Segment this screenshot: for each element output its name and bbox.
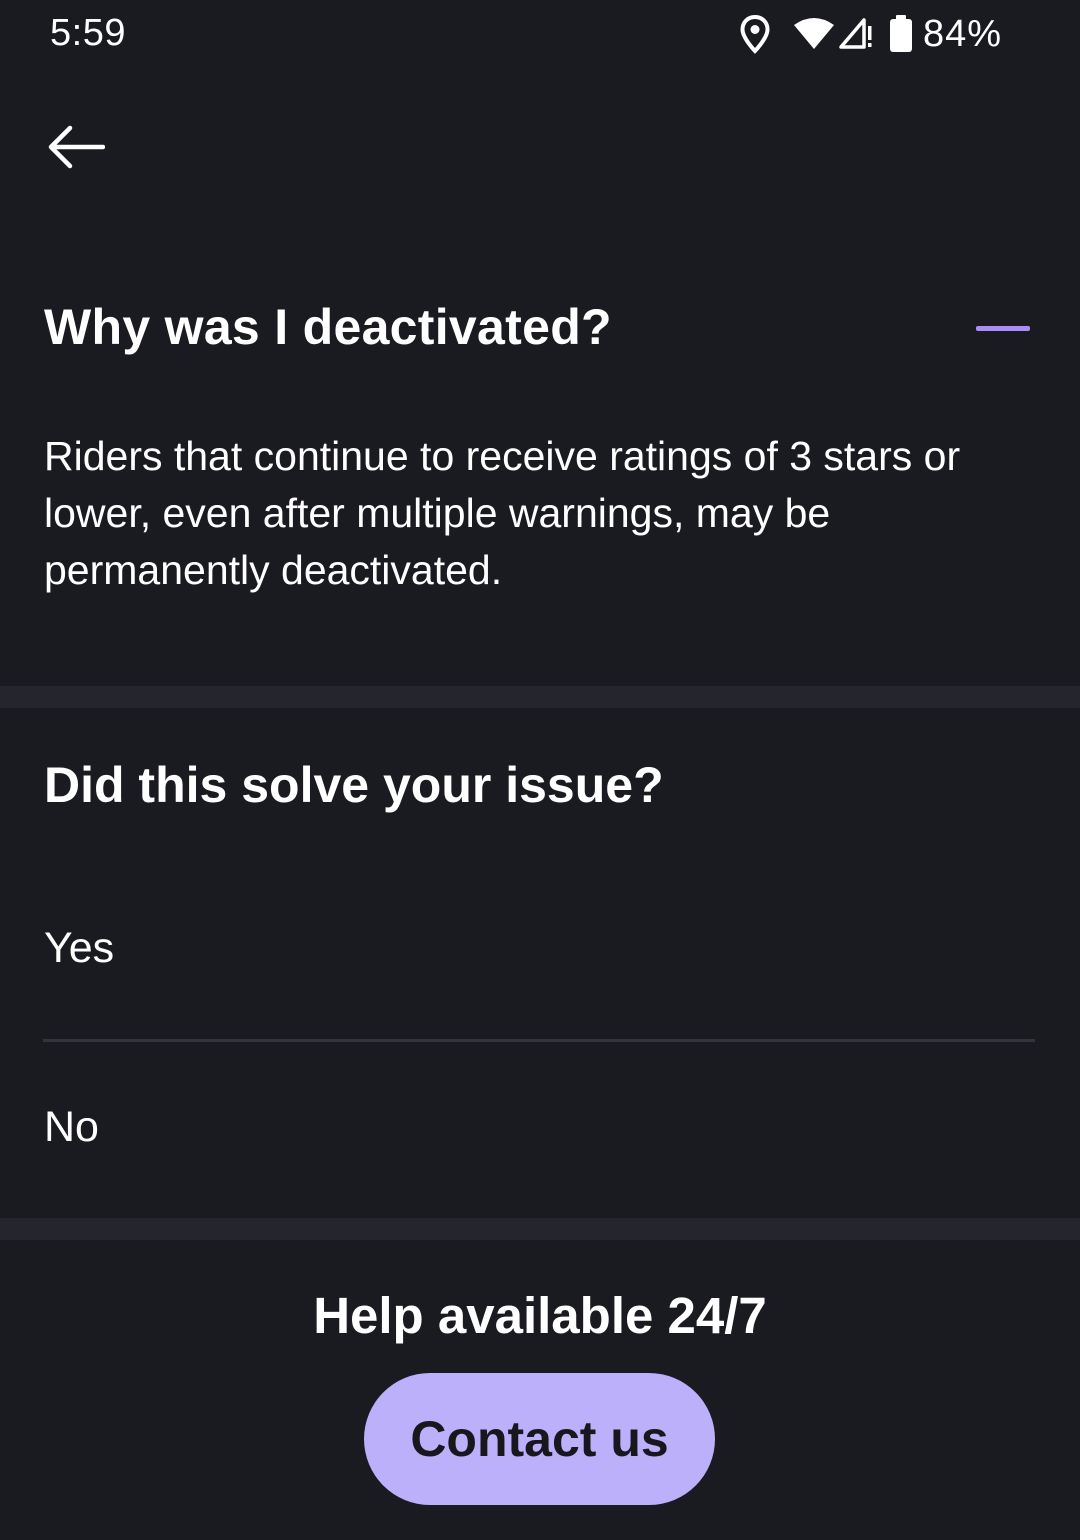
collapse-minus-icon: [976, 326, 1030, 331]
feedback-option-yes[interactable]: Yes: [0, 895, 1080, 1005]
contact-us-button[interactable]: Contact us: [364, 1373, 715, 1505]
wifi-icon: [793, 16, 835, 52]
status-icons: 84%: [739, 10, 1002, 58]
option-divider: [43, 1039, 1035, 1042]
feedback-option-label: No: [44, 1103, 99, 1151]
battery-icon: [889, 15, 913, 53]
battery-percentage: 84%: [922, 12, 1002, 55]
signal-icon: [837, 16, 873, 52]
section-divider: [0, 1218, 1080, 1240]
collapse-toggle-button[interactable]: [962, 308, 1044, 350]
arrow-left-icon: [47, 125, 106, 174]
status-bar: 5:59 84%: [0, 0, 1080, 70]
back-button[interactable]: [38, 116, 114, 182]
faq-answer: Riders that continue to receive ratings …: [44, 433, 961, 593]
feedback-option-label: Yes: [44, 924, 115, 972]
section-divider: [0, 686, 1080, 708]
faq-title: Why was I deactivated?: [44, 299, 612, 355]
status-time: 5:59: [50, 12, 126, 54]
location-icon: [739, 14, 771, 54]
feedback-option-no[interactable]: No: [0, 1074, 1080, 1184]
feedback-question: Did this solve your issue?: [44, 757, 664, 813]
help-title: Help available 24/7: [313, 1287, 767, 1344]
